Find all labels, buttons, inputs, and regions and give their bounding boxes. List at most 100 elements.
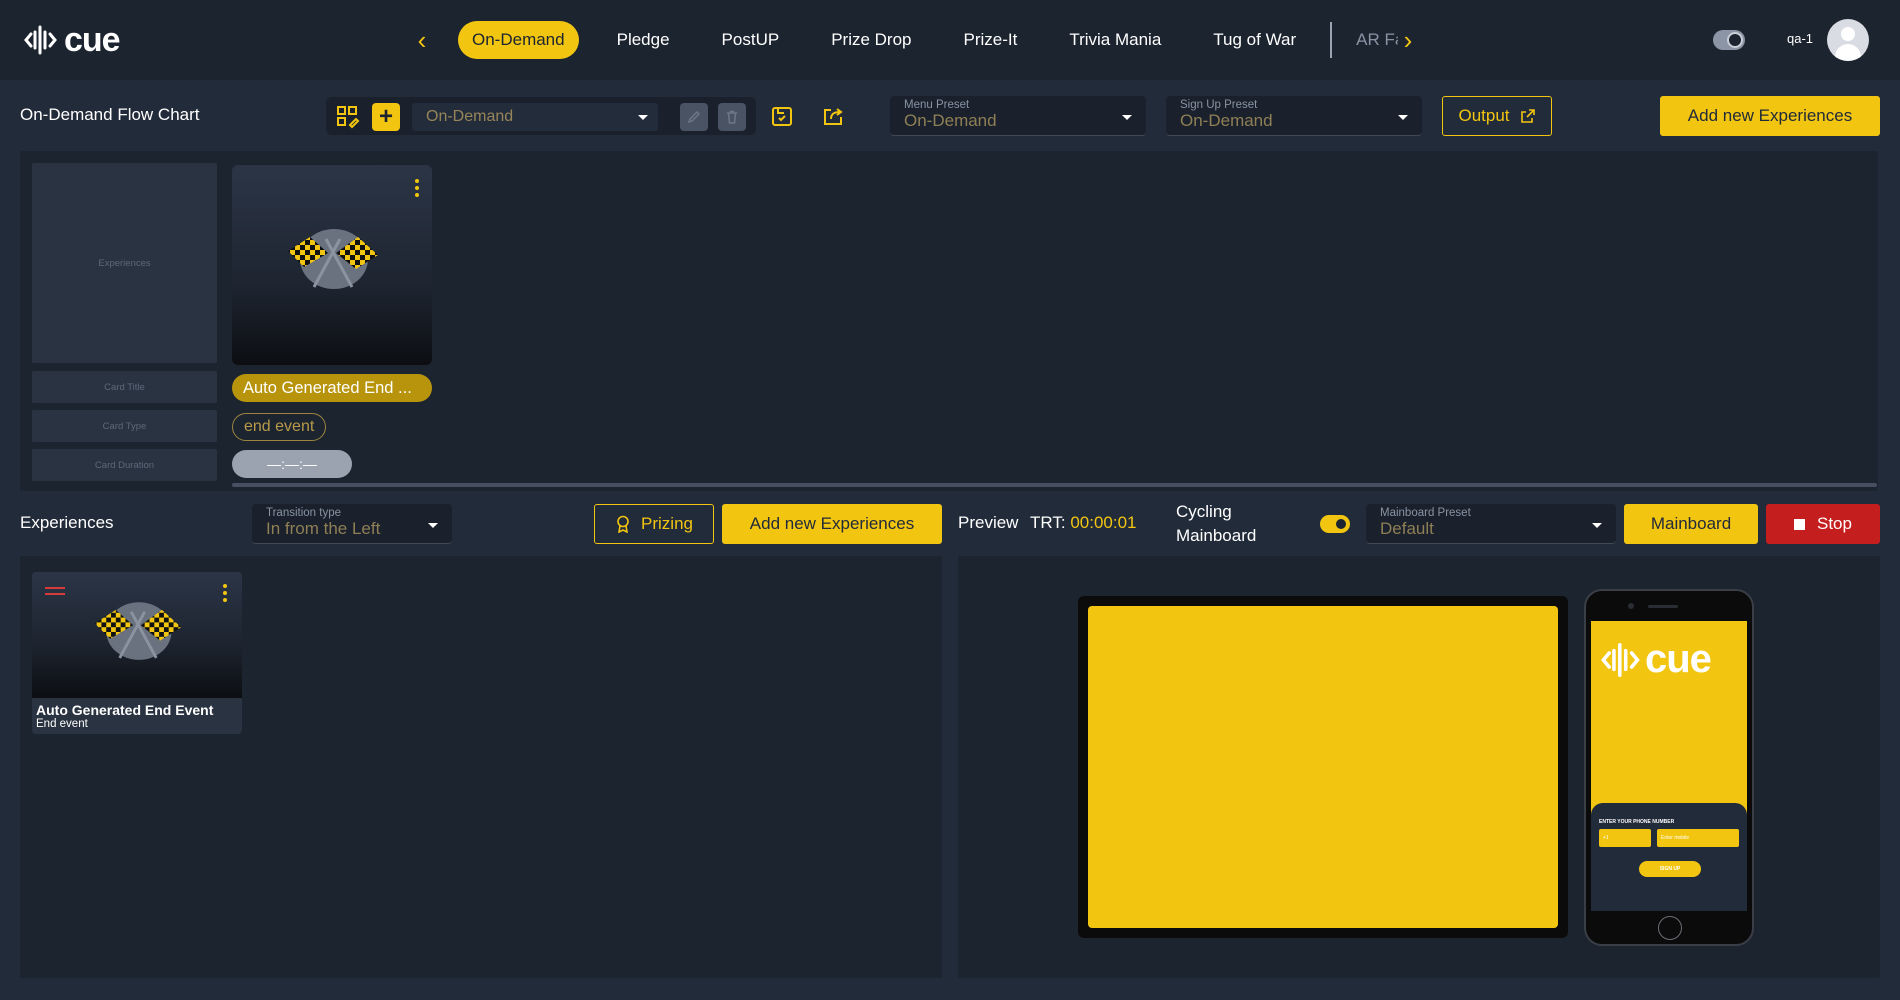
flow-select-value: On-Demand: [426, 108, 514, 125]
card-type-pill: end event: [232, 413, 327, 441]
caret-down-icon: [1592, 523, 1602, 528]
experiences-panel: Auto Generated End Event End event: [20, 556, 942, 978]
logo-text: cue: [64, 21, 121, 59]
phone-country-code: +1: [1599, 829, 1651, 847]
card-title-pill[interactable]: Auto Generated End ...: [232, 374, 432, 402]
tab-trivia-mania[interactable]: Trivia Mania: [1055, 21, 1175, 59]
card-duration-pill: —:—:—: [232, 450, 352, 478]
legend-card-duration: Card Duration: [32, 449, 217, 481]
legend-card-title: Card Title: [32, 371, 217, 403]
chevron-left-icon[interactable]: ‹: [412, 26, 432, 54]
phone-logo-text: cue: [1645, 637, 1712, 681]
prizing-button[interactable]: Prizing: [594, 504, 714, 544]
phone-screen: cue ENTER YOUR PHONE NUMBER +1 Enter mob…: [1591, 621, 1747, 911]
trt-label: TRT:: [1030, 513, 1066, 532]
tablet-preview: [1078, 596, 1568, 938]
user-name: qa-1: [1787, 31, 1814, 46]
tab-ar-fa[interactable]: AR Fa: [1338, 21, 1398, 59]
theme-toggle[interactable]: [1713, 30, 1745, 50]
preview-panel: cue ENTER YOUR PHONE NUMBER +1 Enter mob…: [958, 556, 1880, 978]
tab-prize-it[interactable]: Prize-It: [950, 21, 1032, 59]
signup-preset-value: On-Demand: [1180, 111, 1273, 130]
transition-type-select[interactable]: Transition type In from the Left: [252, 504, 452, 544]
mainboard-preset-value: Default: [1380, 519, 1434, 538]
horizontal-scrollbar[interactable]: [232, 483, 1877, 487]
phone-signup-button: SIGN UP: [1639, 861, 1701, 877]
stop-label: Stop: [1817, 514, 1852, 533]
signup-preset-select[interactable]: Sign Up Preset On-Demand: [1166, 96, 1422, 136]
experience-card-subtitle: End event: [36, 718, 88, 730]
legend-card-type: Card Type: [32, 410, 217, 442]
flow-select[interactable]: On-Demand: [412, 103, 658, 131]
page-title: On-Demand Flow Chart: [20, 105, 200, 124]
signup-preset-label: Sign Up Preset: [1180, 99, 1258, 111]
experiences-title: Experiences: [20, 513, 114, 532]
flow-card[interactable]: [232, 165, 432, 365]
tab-prize-drop[interactable]: Prize Drop: [817, 21, 925, 59]
tab-postup[interactable]: PostUP: [708, 21, 794, 59]
home-button-icon: [1658, 916, 1682, 940]
drag-handle-icon[interactable]: [45, 587, 65, 599]
phone-logo: cue: [1601, 637, 1712, 682]
mainboard-preset-select[interactable]: Mainboard Preset Default: [1366, 504, 1616, 544]
tab-tug-of-war[interactable]: Tug of War: [1199, 21, 1310, 59]
cycling-mainboard-toggle[interactable]: [1320, 515, 1350, 533]
add-flow-button[interactable]: +: [372, 103, 400, 131]
phone-form-label: ENTER YOUR PHONE NUMBER: [1599, 819, 1675, 825]
caret-down-icon: [428, 523, 438, 528]
mainboard-button[interactable]: Mainboard: [1624, 504, 1758, 544]
stop-icon: [1794, 518, 1805, 530]
cycling-mainboard-label: Cycling Mainboard: [1176, 502, 1257, 545]
grid-icon[interactable]: [334, 103, 362, 131]
tablet-screen: [1088, 606, 1558, 928]
stop-button[interactable]: Stop: [1766, 504, 1880, 544]
experience-tabs: On-Demand Pledge PostUP Prize Drop Prize…: [458, 21, 1398, 59]
output-label: Output: [1458, 106, 1510, 125]
phone-signup-form: ENTER YOUR PHONE NUMBER +1 Enter mobile …: [1591, 803, 1747, 911]
mainboard-preset-label: Mainboard Preset: [1380, 507, 1471, 519]
caret-down-icon: [1398, 115, 1408, 120]
output-button[interactable]: Output: [1442, 96, 1552, 136]
more-vertical-icon[interactable]: [220, 584, 230, 602]
legend-experiences: Experiences: [32, 163, 217, 363]
experience-thumbnail: [32, 572, 242, 698]
tab-divider: [1330, 22, 1333, 58]
transition-type-label: Transition type: [266, 507, 341, 519]
flow-tools-group: + On-Demand: [326, 97, 756, 135]
avatar[interactable]: [1827, 19, 1869, 61]
moon-icon: [1727, 32, 1743, 48]
external-link-icon: [1520, 109, 1535, 123]
save-icon[interactable]: [767, 101, 797, 131]
tab-pledge[interactable]: Pledge: [603, 21, 684, 59]
phone-preview: cue ENTER YOUR PHONE NUMBER +1 Enter mob…: [1584, 589, 1754, 946]
caret-down-icon: [638, 115, 648, 120]
phone-number-field: Enter mobile: [1657, 829, 1739, 847]
trt-value: 00:00:01: [1070, 513, 1137, 532]
flow-chart-panel: Experiences Card Title Card Type Card Du…: [20, 151, 1878, 491]
waveform-icon: [1601, 642, 1640, 677]
add-new-experiences-button[interactable]: Add new Experiences: [1660, 96, 1880, 136]
checkered-flags-icon: [94, 602, 182, 660]
experience-card[interactable]: Auto Generated End Event End event: [32, 572, 242, 734]
add-experiences-button[interactable]: Add new Experiences: [722, 504, 942, 544]
waveform-icon: [24, 25, 57, 55]
more-vertical-icon[interactable]: [412, 179, 422, 197]
transition-type-value: In from the Left: [266, 519, 381, 538]
camera-icon: [1628, 603, 1634, 609]
edit-icon[interactable]: [680, 103, 708, 131]
award-icon: [617, 515, 629, 533]
menu-preset-label: Menu Preset: [904, 99, 970, 111]
share-icon[interactable]: [818, 101, 848, 131]
cue-logo[interactable]: cue: [24, 20, 121, 60]
tab-on-demand[interactable]: On-Demand: [458, 21, 579, 59]
menu-preset-select[interactable]: Menu Preset On-Demand: [890, 96, 1146, 136]
user-icon: [1841, 27, 1855, 41]
top-nav-bar: cue ‹ On-Demand Pledge PostUP Prize Drop…: [0, 0, 1900, 80]
menu-preset-value: On-Demand: [904, 111, 997, 130]
trt-readout: TRT: 00:00:01: [1030, 513, 1137, 533]
prizing-label: Prizing: [641, 514, 693, 533]
trash-icon[interactable]: [718, 103, 746, 131]
caret-down-icon: [1122, 115, 1132, 120]
experience-card-title: Auto Generated End Event: [36, 702, 214, 718]
chevron-right-icon[interactable]: ›: [1398, 26, 1418, 54]
